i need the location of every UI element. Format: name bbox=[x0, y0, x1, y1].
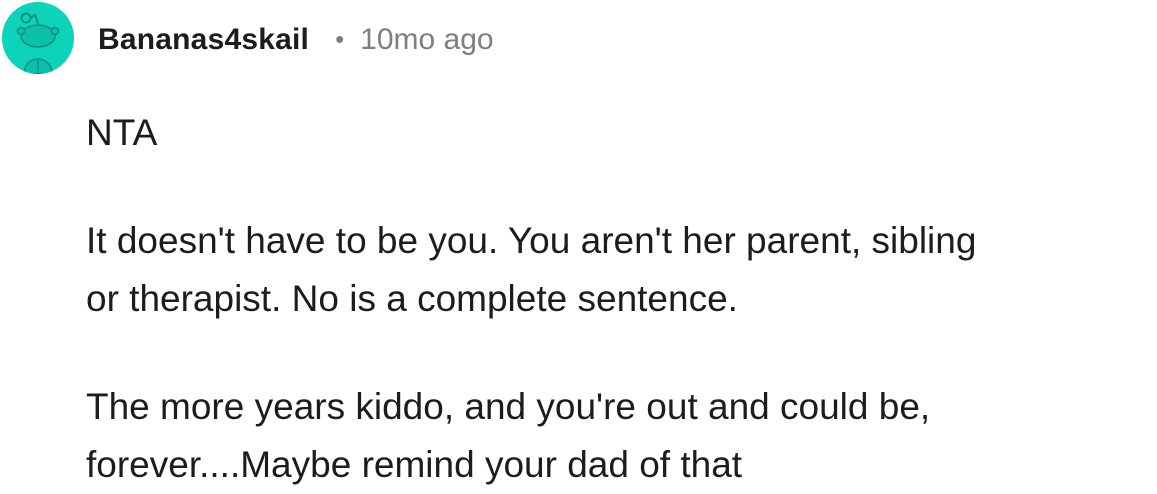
reddit-snoo-avatar-icon bbox=[2, 2, 74, 74]
comment-paragraph: It doesn't have to be you. You aren't he… bbox=[86, 212, 1151, 328]
comment-line: The more years kiddo, and you're out and… bbox=[86, 386, 931, 427]
comment-line: It doesn't have to be you. You aren't he… bbox=[86, 220, 977, 261]
comment-line: NTA bbox=[86, 112, 158, 153]
comment-body: NTA It doesn't have to be you. You aren'… bbox=[86, 104, 1151, 494]
user-avatar[interactable] bbox=[2, 2, 74, 74]
comment-paragraph: The more years kiddo, and you're out and… bbox=[86, 378, 1151, 494]
comment-card: Bananas4skail • 10mo ago NTA It doesn't … bbox=[0, 0, 1157, 485]
comment-line: or therapist. No is a complete sentence. bbox=[86, 278, 738, 319]
username-link[interactable]: Bananas4skail bbox=[98, 23, 309, 57]
meta-separator: • bbox=[335, 23, 345, 54]
comment-paragraph: NTA bbox=[86, 104, 1151, 162]
comment-header: Bananas4skail • 10mo ago bbox=[98, 18, 494, 62]
comment-timestamp: 10mo ago bbox=[360, 23, 494, 56]
